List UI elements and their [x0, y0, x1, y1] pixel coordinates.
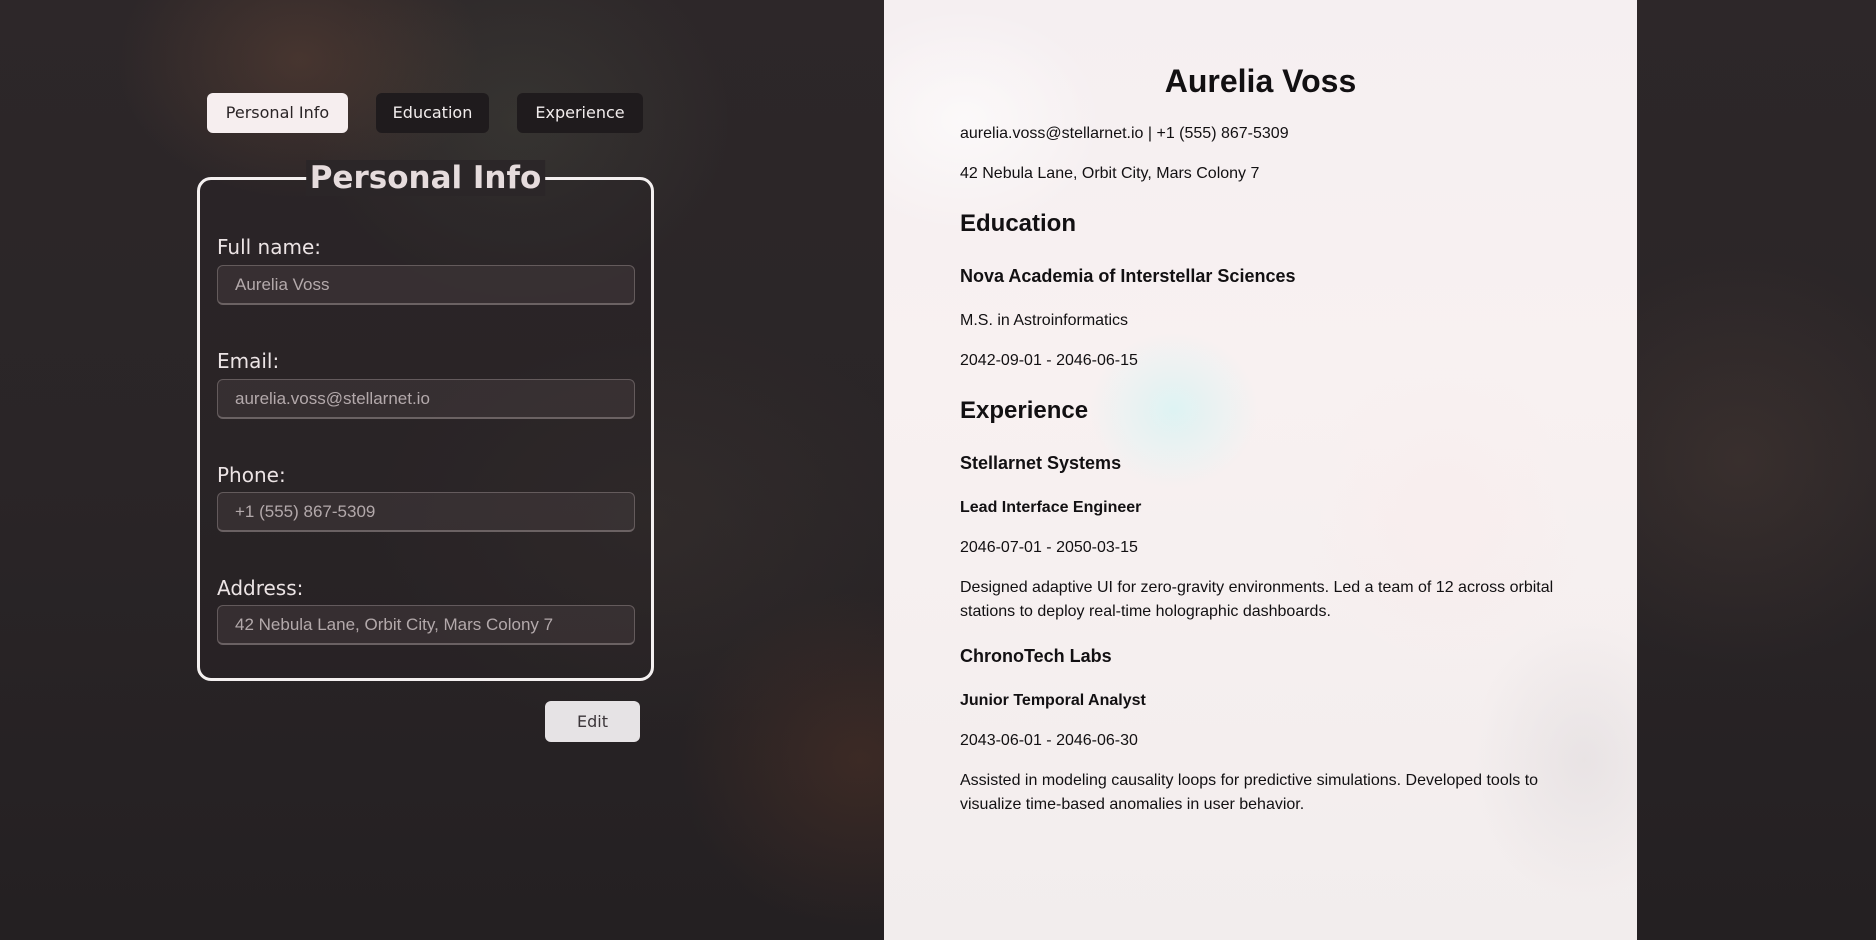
edit-button[interactable]: Edit [545, 701, 640, 742]
address-input[interactable] [217, 605, 635, 645]
fieldset-legend: Personal Info [305, 160, 546, 196]
resume-address: 42 Nebula Lane, Orbit City, Mars Colony … [960, 165, 1260, 182]
full-name-input[interactable] [217, 265, 635, 305]
tab-education[interactable]: Education [376, 93, 489, 133]
experience-description: Assisted in modeling causality loops for… [960, 772, 1539, 813]
experience-role: Junior Temporal Analyst [960, 692, 1146, 709]
experience-company: ChronoTech Labs [960, 646, 1112, 666]
resume-name: Aurelia Voss [1164, 63, 1357, 99]
tab-experience[interactable]: Experience [517, 93, 643, 133]
resume-preview: Aurelia Voss aurelia.voss@stellarnet.io … [884, 0, 1637, 940]
education-dates: 2042-09-01 - 2046-06-15 [960, 352, 1138, 369]
full-name-label: Full name: [217, 235, 322, 259]
email-label: Email: [217, 349, 280, 373]
education-degree: M.S. in Astroinformatics [960, 312, 1129, 329]
email-input[interactable] [217, 379, 635, 419]
experience-dates: 2046-07-01 - 2050-03-15 [960, 539, 1138, 556]
experience-company: Stellarnet Systems [960, 453, 1122, 473]
experience-description: Designed adaptive UI for zero-gravity en… [960, 579, 1554, 620]
personal-info-fieldset: Personal Info Full name: Email: Phone: A… [197, 160, 654, 681]
experience-dates: 2043-06-01 - 2046-06-30 [960, 732, 1138, 749]
phone-label: Phone: [217, 463, 286, 487]
experience-role: Lead Interface Engineer [960, 499, 1142, 516]
resume-contact: aurelia.voss@stellarnet.io | +1 (555) 86… [960, 125, 1289, 142]
address-label: Address: [217, 576, 304, 600]
tab-personal-info[interactable]: Personal Info [207, 93, 348, 133]
phone-input[interactable] [217, 492, 635, 532]
education-heading: Education [960, 210, 1077, 237]
section-tabs: Personal Info Education Experience [207, 93, 643, 133]
education-school: Nova Academia of Interstellar Sciences [960, 266, 1296, 286]
experience-heading: Experience [960, 397, 1089, 424]
